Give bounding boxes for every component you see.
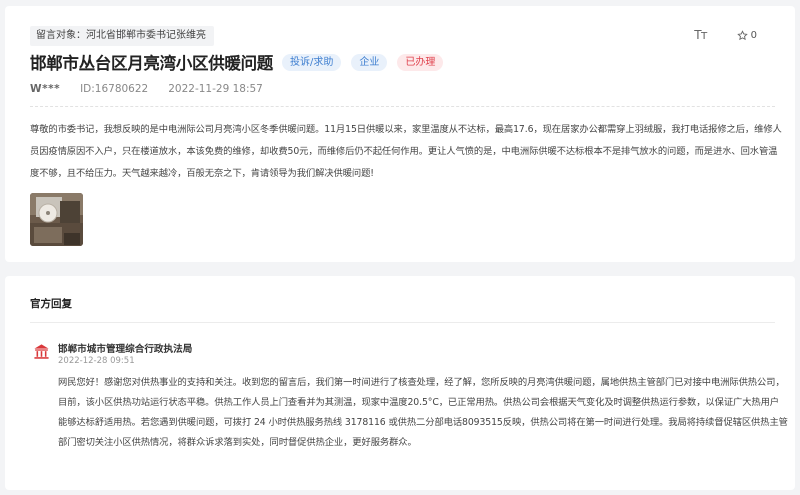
- message-content: 尊敬的市委书记，我想反映的是中电洲际公司月亮湾小区冬季供暖问题。11月15日供暖…: [30, 124, 782, 179]
- section-title: 官方回复: [30, 298, 72, 310]
- government-building-icon: [34, 344, 49, 359]
- divider: [30, 106, 775, 107]
- divider: [30, 322, 775, 323]
- title-row: 邯郸市丛台区月亮湾小区供暖问题 投诉/求助 企业 已办理: [30, 50, 453, 74]
- type-tag: 投诉/求助: [282, 53, 342, 71]
- photo-image: [30, 193, 83, 246]
- page-title: 邯郸市丛台区月亮湾小区供暖问题: [30, 54, 274, 73]
- toolbar: Tт 0: [694, 28, 757, 42]
- reply-date: 2022-12-28 09:51: [58, 356, 135, 366]
- message-meta: W*** ID:16780622 2022-11-29 18:57: [30, 83, 263, 95]
- favorite-button[interactable]: 0: [736, 29, 757, 41]
- star-icon: [736, 29, 748, 40]
- addressee-label: 留言对象：河北省邯郸市委书记张维亮: [30, 26, 214, 46]
- author-name: W***: [30, 83, 61, 95]
- reply-card: 官方回复 邯郸市城市管理综合行政执法局 2022-12-28 09:51 网民您…: [5, 276, 795, 490]
- field-tag: 企业: [351, 53, 388, 71]
- status-badge: 已办理: [397, 53, 444, 71]
- message-date: 2022-11-29 18:57: [168, 83, 263, 95]
- message-card: 留言对象：河北省邯郸市委书记张维亮 Tт 0 邯郸市丛台区月亮湾小区供暖问题 投…: [5, 6, 795, 262]
- font-size-button[interactable]: Tт: [694, 28, 707, 42]
- reply-content: 网民您好！感谢您对供热事业的支持和关注。收到您的留言后，我们第一时间进行了核查处…: [58, 377, 788, 448]
- attachment-thumbnail[interactable]: [30, 193, 83, 246]
- message-id: ID:16780622: [80, 83, 149, 95]
- favorite-count: 0: [750, 29, 757, 41]
- department-name: 邯郸市城市管理综合行政执法局: [58, 344, 193, 355]
